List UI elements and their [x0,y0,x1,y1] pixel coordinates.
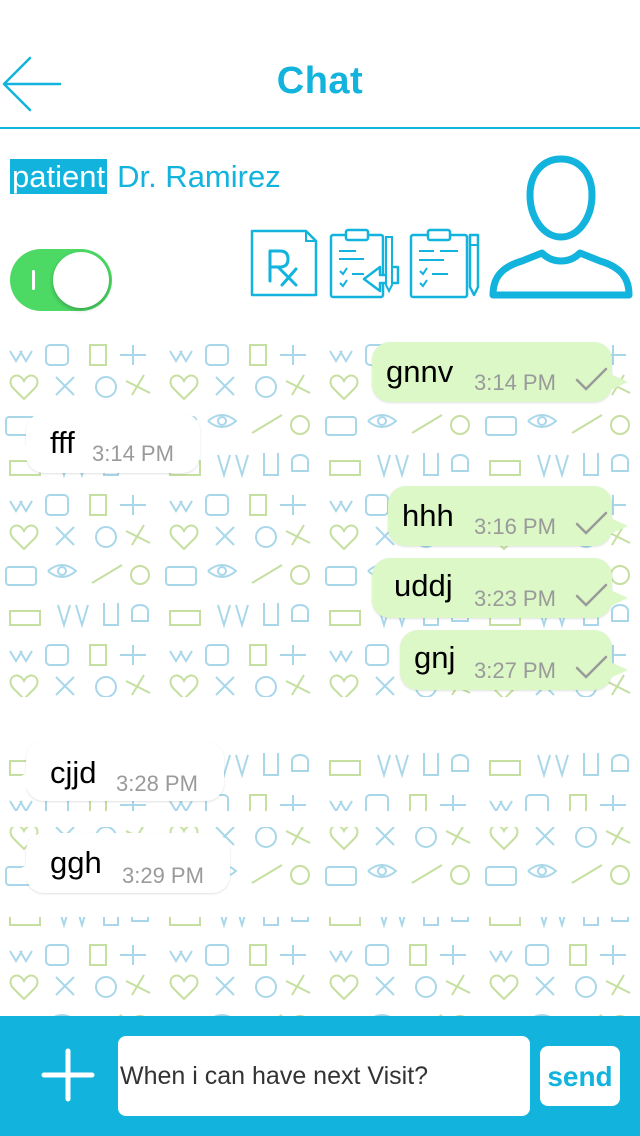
message-text: gnnv [386,354,454,389]
message-text: fff [50,425,75,460]
message-text: hhh [402,498,454,533]
clipboard-import-button[interactable] [328,227,402,301]
message-input[interactable] [118,1036,530,1116]
bubble-tail [606,660,628,680]
clipboard-edit-icon [409,228,480,299]
send-button[interactable]: send [540,1046,620,1106]
clipboard-edit-button[interactable] [408,227,482,301]
message-bubble-incoming[interactable]: cjjd 3:28 PM [10,741,224,801]
message-text: gnj [414,640,456,675]
message-bubble-outgoing[interactable]: hhh 3:16 PM [388,486,628,546]
message-time: 3:23 PM [474,586,556,611]
attach-button[interactable] [40,1047,96,1103]
read-check-icon [575,367,608,391]
bubble-tail [606,588,628,608]
message-time: 3:27 PM [474,658,556,683]
read-check-icon [575,655,608,679]
message-bubble-outgoing[interactable]: gnnv 3:14 PM [372,342,628,402]
read-check-icon [575,583,608,607]
toggle-on-mark [32,270,35,290]
page-title: Chat [276,60,364,102]
message-time: 3:28 PM [116,771,198,796]
user-avatar-icon [489,155,633,299]
prescription-button[interactable] [248,227,320,299]
bubble-tail [10,443,32,463]
message-bubble-outgoing[interactable]: uddj 3:23 PM [372,558,628,618]
bubble-tail [606,516,628,536]
message-text: ggh [50,845,102,880]
plus-icon [41,1048,95,1102]
message-time: 3:14 PM [474,370,556,395]
contact-name-line: patient Dr. Ramirez [10,159,281,195]
bubble-tail [606,372,628,392]
prescription-rx-icon [250,229,318,297]
nav-bar: Chat [0,0,640,129]
chat-messages[interactable]: gnnv 3:14 PM fff 3:14 PM hhh 3:16 PM udd… [0,337,640,1016]
availability-toggle[interactable] [10,249,112,311]
message-time: 3:16 PM [474,514,556,539]
bubble-tail [10,771,32,791]
role-tag: patient [10,159,108,194]
message-bubble-outgoing[interactable]: gnj 3:27 PM [400,630,628,690]
message-time: 3:29 PM [122,863,204,888]
message-text: cjjd [50,755,97,790]
toggle-knob [53,252,109,308]
bubble-tail [10,863,32,883]
avatar[interactable] [488,155,634,303]
message-bubble-incoming[interactable]: ggh 3:29 PM [10,833,230,893]
clipboard-import-icon [329,228,400,299]
message-text: uddj [394,568,453,603]
read-check-icon [575,511,608,535]
contact-header: patient Dr. Ramirez [0,129,640,337]
contact-name: Dr. Ramirez [117,159,281,194]
message-time: 3:14 PM [92,441,174,466]
message-bubble-incoming[interactable]: fff 3:14 PM [10,413,200,473]
